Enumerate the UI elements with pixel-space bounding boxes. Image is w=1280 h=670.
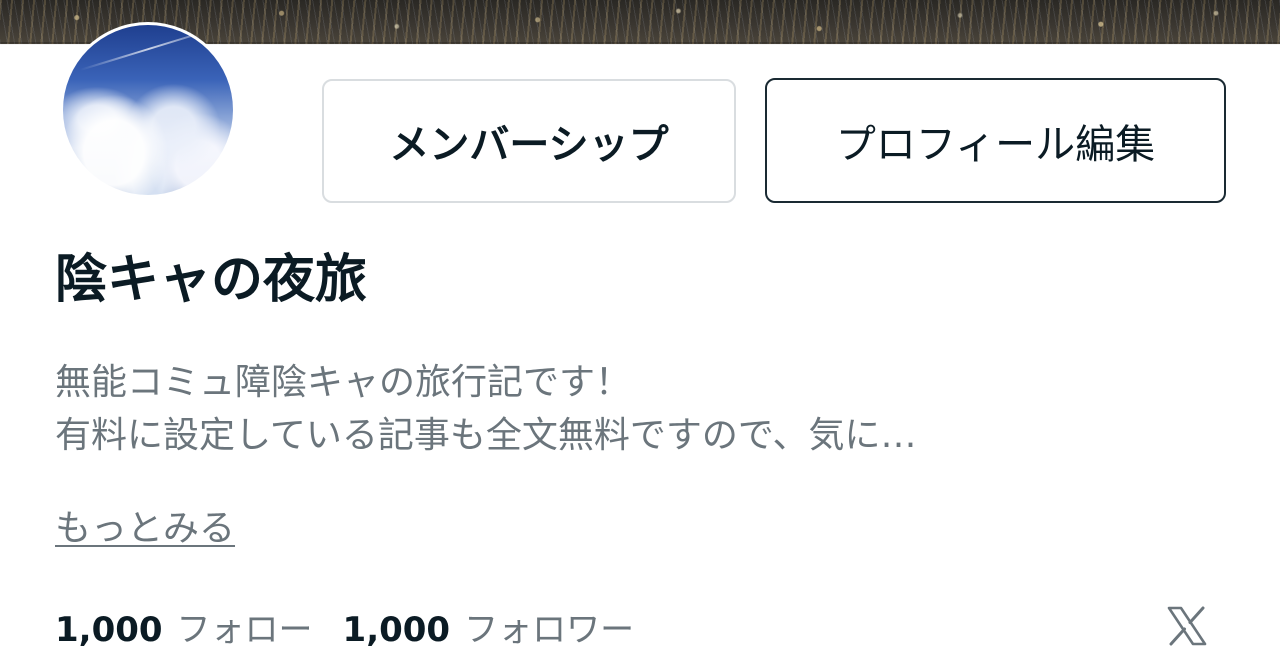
bio-line: 無能コミュ障陰キャの旅行記です！: [55, 362, 632, 403]
following-label: フォロー: [176, 610, 313, 650]
followers-label: フォロワー: [464, 610, 635, 650]
edit-profile-button[interactable]: プロフィール編集: [765, 78, 1226, 203]
followers-count: 1,000: [342, 610, 451, 650]
following-count: 1,000: [55, 610, 163, 650]
avatar[interactable]: [60, 22, 236, 198]
membership-button[interactable]: メンバーシップ: [322, 79, 736, 203]
x-logo-icon[interactable]: [1165, 604, 1209, 648]
profile-name: 陰キャの夜旅: [55, 250, 368, 310]
followers-stat[interactable]: 1,000 フォロワー: [343, 604, 635, 656]
bio-line: 有料に設定している記事も全文無料ですので、気に…: [55, 415, 917, 456]
following-stat[interactable]: 1,000 フォロー: [55, 604, 313, 656]
show-more-link[interactable]: もっとみる: [55, 503, 235, 555]
profile-page: メンバーシップ プロフィール編集 陰キャの夜旅 無能コミュ障陰キャの旅行記です！…: [0, 0, 1280, 670]
profile-bio: 無能コミュ障陰キャの旅行記です！ 有料に設定している記事も全文無料ですので、気に…: [55, 356, 1225, 462]
avatar-image: [63, 25, 233, 195]
follow-stats: 1,000 フォロー 1,000 フォロワー: [55, 604, 664, 656]
